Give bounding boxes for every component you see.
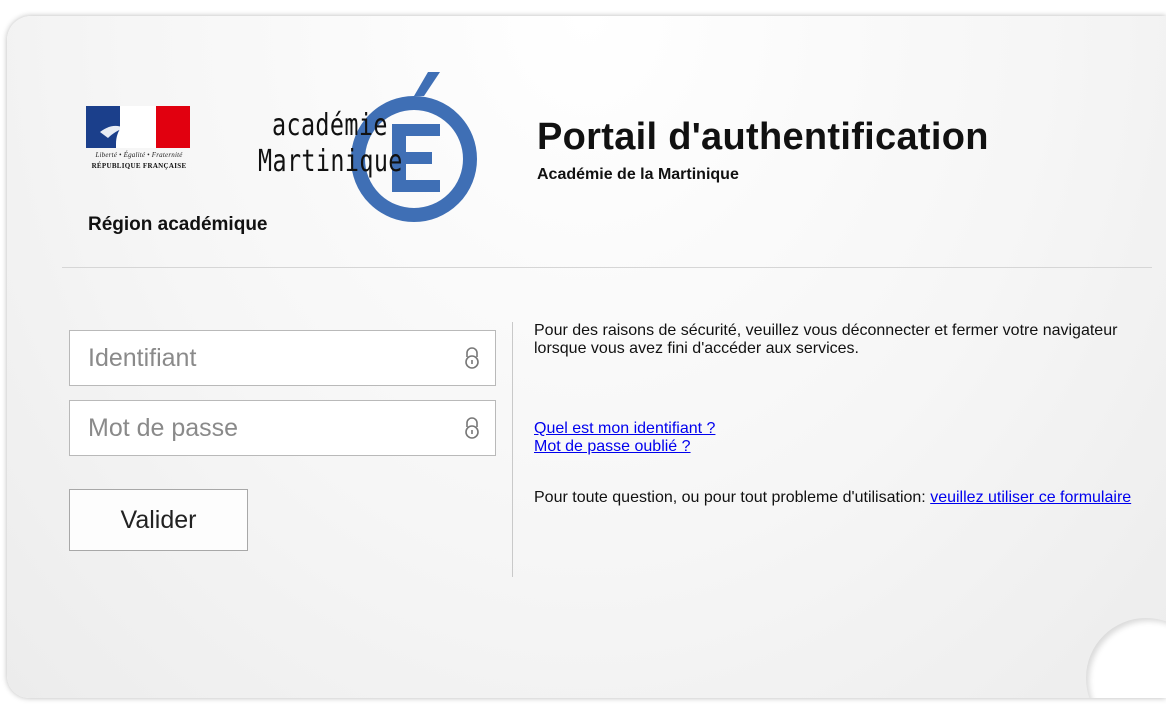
academy-word-martinique: Martinique xyxy=(258,144,403,179)
security-notice: Pour des raisons de sécurité, veuillez v… xyxy=(534,322,1118,357)
submit-button[interactable]: Valider xyxy=(69,489,248,551)
support-text: Pour toute question, ou pour tout proble… xyxy=(534,489,931,506)
republic-motto: Liberté • Égalité • Fraternité xyxy=(95,151,183,159)
republique-francaise-logo: Liberté • Égalité • Fraternité RÉPUBLIQU… xyxy=(80,106,198,188)
column-divider xyxy=(512,322,513,577)
header-divider xyxy=(62,267,1152,268)
lock-icon xyxy=(465,417,479,439)
support-notice: Pour toute question, ou pour tout proble… xyxy=(534,489,1134,507)
card-corner-decoration xyxy=(1086,618,1166,698)
french-flag-marianne-icon xyxy=(86,106,190,148)
help-links: Quel est mon identifiant ? Mot de passe … xyxy=(534,420,1134,456)
password-field[interactable] xyxy=(69,400,496,456)
username-field[interactable] xyxy=(69,330,496,386)
username-input[interactable] xyxy=(70,331,440,385)
academy-word-academie: académie xyxy=(272,108,388,143)
lock-icon xyxy=(465,347,479,369)
password-input[interactable] xyxy=(70,401,440,455)
region-label: Région académique xyxy=(88,214,268,235)
page-subtitle: Académie de la Martinique xyxy=(537,166,739,183)
academie-martinique-logo: académie Martinique xyxy=(258,72,488,222)
republic-name: RÉPUBLIQUE FRANÇAISE xyxy=(91,162,187,170)
forgot-password-link[interactable]: Mot de passe oublié ? xyxy=(534,438,691,455)
forgot-identifier-link[interactable]: Quel est mon identifiant ? xyxy=(534,420,715,437)
page-title: Portail d'authentification xyxy=(537,116,989,158)
support-form-link[interactable]: veuillez utiliser ce formulaire xyxy=(930,489,1131,506)
